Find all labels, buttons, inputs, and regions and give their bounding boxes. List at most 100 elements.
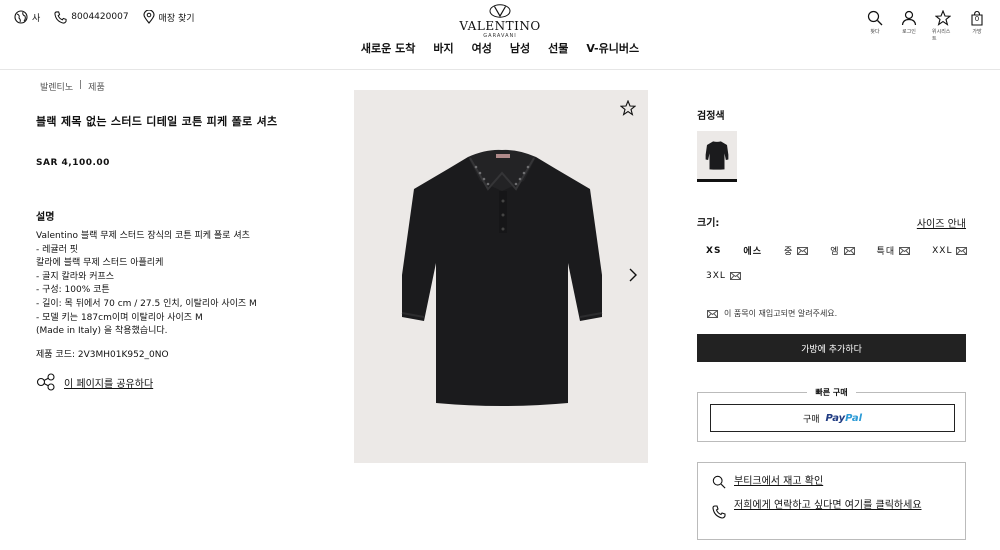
size-text: 중: [783, 247, 794, 257]
breadcrumb-separator: |: [79, 80, 83, 90]
paypal-button[interactable]: 구매 PayPal: [710, 404, 955, 432]
description-line: - 길이: 목 뒤에서 70 cm / 27.5 인치, 이탈리아 사이즈 M: [36, 298, 257, 309]
check-stock-label: 부티크에서 재고 확인: [734, 476, 824, 487]
description-line: - 골지 칼라와 커프스: [36, 271, 115, 282]
store-finder-label: 매장 찾기: [158, 13, 195, 24]
size-option-l[interactable]: 엠: [830, 244, 855, 257]
envelope-icon: [707, 309, 718, 318]
search-icon: [867, 10, 883, 26]
bag-label: 가방: [972, 29, 982, 35]
size-text: XXL: [932, 245, 953, 256]
size-selector: XS 에스 중 엠 특대 XXL 3XL: [706, 244, 976, 281]
polo-shirt-image: [401, 149, 603, 406]
color-swatch-black[interactable]: [697, 131, 737, 182]
contact-link[interactable]: 저희에게 연락하고 싶다면 여기를 클릭하세요: [712, 499, 952, 519]
restock-notify-label: 이 품목이 재입고되면 알려주세요.: [724, 309, 838, 318]
envelope-icon: [797, 246, 809, 255]
share-link[interactable]: 이 페이지를 공유하다: [36, 373, 153, 391]
logo-subtitle: GARAVANI: [483, 33, 517, 39]
header-actions: 찾다 로그인 위시리스트 0 가방: [864, 10, 988, 42]
nav-v-universe[interactable]: V-유니버스: [586, 40, 639, 56]
star-icon: [620, 100, 636, 116]
locale-label: 사: [32, 13, 41, 24]
color-label: 검정색: [697, 111, 725, 122]
bag-count: 0: [974, 15, 980, 23]
next-image-button[interactable]: [628, 268, 638, 282]
description-line: Valentino 블랙 무제 스터드 장식의 코튼 피케 폴로 셔츠: [36, 231, 250, 241]
phone-icon: [54, 10, 67, 24]
valentino-logo[interactable]: VALENTINO GARAVANI: [450, 4, 550, 39]
envelope-icon: [843, 246, 855, 255]
description-line: (Made in Italy) 을 착용했습니다.: [36, 326, 168, 337]
breadcrumb-current: 제품: [88, 83, 105, 93]
login-button[interactable]: 로그인: [898, 10, 920, 42]
breadcrumb: 발렌티노 | 제품: [40, 80, 105, 93]
nav-pants[interactable]: 바지: [433, 40, 453, 56]
size-guide-link[interactable]: 사이즈 안내: [917, 215, 966, 230]
add-to-bag-button[interactable]: 가방에 추가하다: [697, 334, 966, 362]
search-icon: [712, 475, 726, 489]
size-option-xs[interactable]: XS: [706, 244, 721, 257]
size-text: 특대: [876, 247, 896, 257]
size-option-xxl[interactable]: XXL: [932, 244, 968, 257]
description-line: - 구성: 100% 코튼: [36, 285, 110, 296]
size-option-3xl[interactable]: 3XL: [706, 271, 741, 281]
main-nav: 새로운 도착 바지 여성 남성 선물 V-유니버스: [0, 40, 1000, 56]
bag-button[interactable]: 0 가방: [966, 10, 988, 42]
product-description: Valentino 블랙 무제 스터드 장식의 코튼 피케 폴로 셔츠 - 레귤…: [36, 230, 336, 339]
chevron-right-icon: [629, 268, 637, 282]
polo-thumbnail-image: [705, 141, 729, 170]
store-services-box: 부티크에서 재고 확인 저희에게 연락하고 싶다면 여기를 클릭하세요: [697, 462, 966, 540]
phone-link[interactable]: 8004420007: [54, 10, 129, 24]
envelope-icon: [899, 246, 911, 255]
add-to-wishlist-button[interactable]: [620, 100, 636, 116]
size-text: 에스: [743, 247, 762, 257]
share-label: 이 페이지를 공유하다: [64, 378, 154, 390]
product-code: 제품 코드: 2V3MH01K952_0NO: [36, 350, 169, 360]
description-line: 칼라에 블랙 무제 스터드 아플리케: [36, 258, 164, 269]
product-price: SAR 4,100.00: [36, 158, 110, 168]
product-gallery[interactable]: [354, 90, 648, 463]
breadcrumb-home[interactable]: 발렌티노: [40, 80, 73, 93]
location-pin-icon: [142, 10, 155, 24]
site-header: 사 8004420007 매장 찾기 VALENTINO GARAVANI 새로…: [0, 0, 1000, 70]
share-icon: [36, 373, 55, 391]
size-option-s[interactable]: 에스: [743, 244, 762, 257]
user-icon: [901, 10, 917, 26]
contact-label: 저희에게 연락하고 싶다면 여기를 클릭하세요: [734, 500, 922, 511]
wishlist-button[interactable]: 위시리스트: [932, 10, 954, 42]
wishlist-label: 위시리스트: [932, 29, 951, 42]
description-heading: 설명: [36, 212, 55, 223]
product-title: 블랙 제목 없는 스터드 디테일 코튼 피케 폴로 셔츠: [36, 115, 278, 128]
size-option-xl[interactable]: 특대: [877, 244, 911, 257]
nav-men[interactable]: 남성: [510, 40, 530, 56]
check-stock-link[interactable]: 부티크에서 재고 확인: [712, 475, 823, 489]
restock-notify-link[interactable]: 이 품목이 재입고되면 알려주세요.: [707, 308, 837, 319]
search-label: 찾다: [870, 29, 880, 35]
size-label: 크기:: [697, 218, 720, 229]
envelope-icon: [956, 246, 968, 255]
globe-icon: [14, 10, 28, 24]
logo-wordmark: VALENTINO: [459, 19, 541, 33]
envelope-icon: [729, 272, 741, 280]
search-button[interactable]: 찾다: [864, 10, 886, 42]
size-text: 3XL: [706, 271, 726, 281]
description-line: - 모델 키는 187cm이며 이탈리아 사이즈 M: [36, 312, 203, 323]
size-option-m[interactable]: 중: [783, 244, 809, 257]
size-text: 엠: [830, 247, 840, 257]
utility-bar: 사 8004420007 매장 찾기: [14, 10, 195, 24]
quick-buy-heading: 빠른 구매: [698, 387, 965, 398]
v-monogram-icon: [489, 4, 511, 18]
phone-icon: [712, 505, 726, 519]
nav-gifts[interactable]: 선물: [548, 40, 568, 56]
nav-new-arrivals[interactable]: 새로운 도착: [361, 40, 415, 56]
size-text: XS: [706, 245, 722, 256]
store-finder-link[interactable]: 매장 찾기: [142, 10, 195, 24]
description-line: - 레귤러 핏: [36, 244, 79, 255]
quick-buy-box: 빠른 구매 구매 PayPal: [697, 388, 966, 442]
paypal-logo: PayPal: [825, 412, 863, 424]
phone-number: 8004420007: [71, 12, 129, 22]
star-icon: [935, 10, 951, 26]
locale-selector[interactable]: 사: [14, 10, 40, 24]
nav-women[interactable]: 여성: [472, 40, 492, 56]
